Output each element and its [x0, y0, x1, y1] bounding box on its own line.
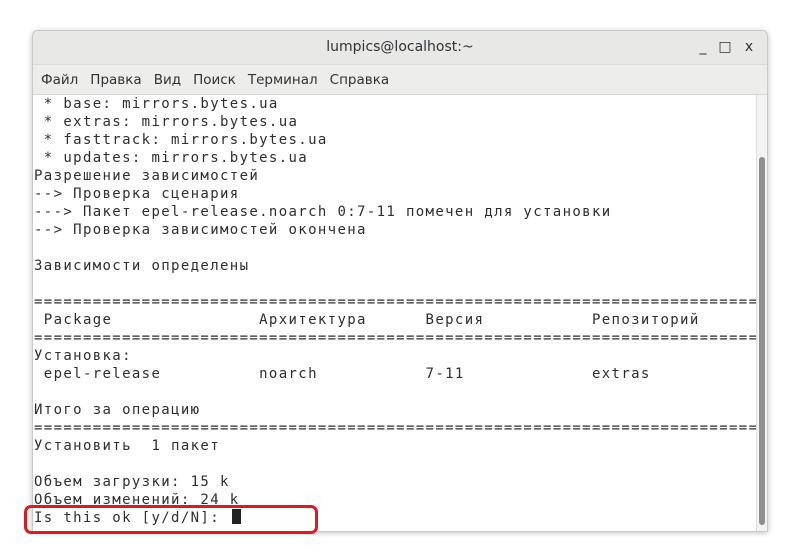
terminal-line: ========================================…	[34, 330, 759, 346]
terminal-line: Package Архитектура Версия Репозиторий Р…	[34, 312, 768, 328]
terminal-line: --> Проверка сценария	[34, 186, 240, 202]
terminal-line: Итого за операцию	[34, 402, 201, 418]
menu-terminal[interactable]: Терминал	[248, 72, 318, 88]
terminal-window: lumpics@localhost:~ _ □ x Файл Правка Ви…	[32, 30, 768, 532]
terminal-line: --> Проверка зависимостей окончена	[34, 222, 367, 238]
menu-view[interactable]: Вид	[154, 72, 181, 88]
terminal-line: * extras: mirrors.bytes.ua	[34, 114, 299, 130]
maximize-button[interactable]: □	[715, 37, 735, 57]
terminal-line: Разрешение зависимостей	[34, 168, 260, 184]
prompt-highlight	[24, 505, 318, 534]
scrollbar-thumb[interactable]	[759, 157, 765, 525]
title-bar[interactable]: lumpics@localhost:~ _ □ x	[33, 31, 767, 65]
terminal-line: ========================================…	[34, 294, 759, 310]
close-button[interactable]: x	[739, 37, 759, 57]
minimize-button[interactable]: _	[693, 37, 713, 57]
scrollbar[interactable]	[756, 95, 767, 531]
terminal-line: Установка:	[34, 348, 132, 364]
terminal-line: * base: mirrors.bytes.ua	[34, 96, 279, 112]
menu-bar: Файл Правка Вид Поиск Терминал Справка	[33, 65, 767, 95]
terminal-line: ---> Пакет epel-release.noarch 0:7-11 по…	[34, 204, 612, 220]
menu-search[interactable]: Поиск	[193, 72, 236, 88]
menu-help[interactable]: Справка	[330, 72, 389, 88]
menu-edit[interactable]: Правка	[90, 72, 141, 88]
terminal-line: * fasttrack: mirrors.bytes.ua	[34, 132, 328, 148]
menu-file[interactable]: Файл	[41, 72, 78, 88]
window-title: lumpics@localhost:~	[326, 39, 474, 55]
terminal-lines: * base: mirrors.bytes.ua * extras: mirro…	[34, 95, 768, 527]
terminal-line: Зависимости определены	[34, 258, 250, 274]
terminal-line: ========================================…	[34, 420, 759, 436]
terminal-line: epel-release noarch 7-11 extras 15 k	[34, 366, 768, 382]
terminal-line: Объем загрузки: 15 k	[34, 474, 230, 490]
terminal-output[interactable]: * base: mirrors.bytes.ua * extras: mirro…	[33, 95, 767, 531]
terminal-line: Установить 1 пакет	[34, 438, 220, 454]
terminal-line: * updates: mirrors.bytes.ua	[34, 150, 309, 166]
